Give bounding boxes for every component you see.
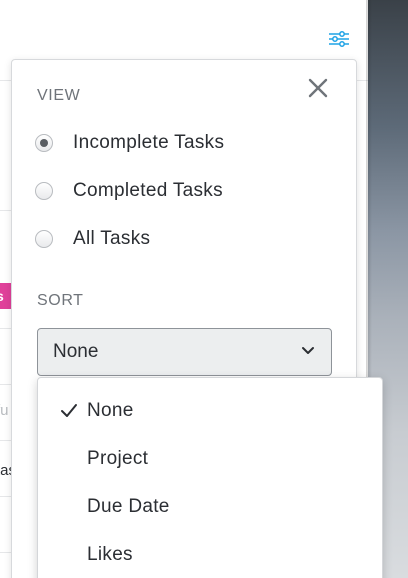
- radio-selected[interactable]: [35, 134, 53, 152]
- close-icon[interactable]: [307, 77, 329, 99]
- sort-option-project[interactable]: Project: [38, 439, 382, 479]
- sort-select-value: None: [53, 341, 99, 362]
- view-section-label: VIEW: [37, 87, 81, 104]
- sort-select[interactable]: None: [37, 328, 332, 376]
- sort-option-due-date[interactable]: Due Date: [38, 487, 382, 527]
- filter-sliders-icon[interactable]: [328, 30, 350, 48]
- sort-option-label: Project: [87, 448, 149, 469]
- sort-option-label: Due Date: [87, 496, 170, 517]
- view-option-label: Completed Tasks: [73, 180, 223, 201]
- view-option-label: All Tasks: [73, 228, 151, 249]
- view-option-all-tasks[interactable]: All Tasks: [35, 225, 325, 253]
- project-tag: s: [0, 283, 11, 309]
- sort-option-none[interactable]: None: [38, 391, 382, 431]
- radio-unselected[interactable]: [35, 182, 53, 200]
- sort-section-label: SORT: [37, 292, 84, 309]
- sort-option-label: None: [87, 400, 134, 421]
- sort-dropdown-menu: None Project Due Date Likes: [37, 377, 383, 578]
- chevron-down-icon: [301, 343, 315, 361]
- checkmark-icon: [60, 403, 78, 419]
- sort-option-label: Likes: [87, 544, 133, 565]
- sort-option-likes[interactable]: Likes: [38, 535, 382, 575]
- view-option-completed-tasks[interactable]: Completed Tasks: [35, 177, 325, 205]
- view-option-incomplete-tasks[interactable]: Incomplete Tasks: [35, 129, 325, 157]
- view-option-label: Incomplete Tasks: [73, 132, 225, 153]
- radio-unselected[interactable]: [35, 230, 53, 248]
